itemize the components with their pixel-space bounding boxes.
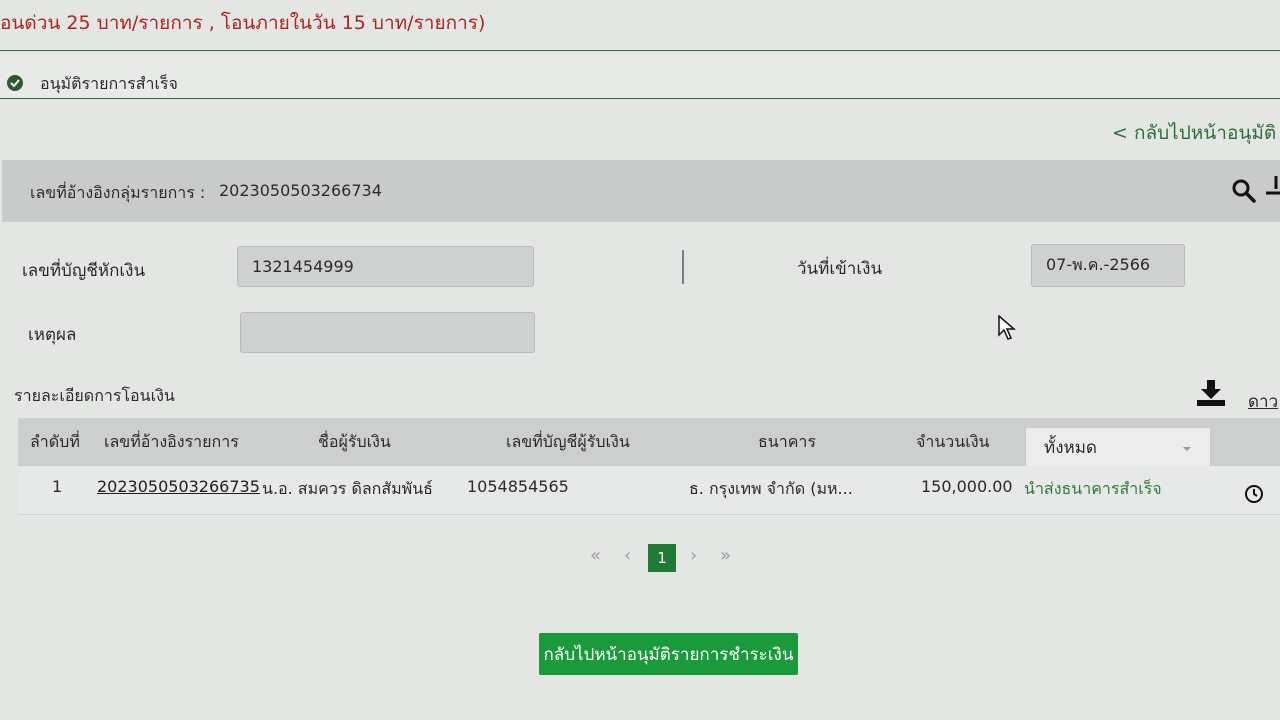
row-account: 1054854565 <box>467 477 569 496</box>
row-status: นำส่งธนาคารสำเร็จ <box>1024 479 1162 498</box>
column-header-payee: ชื่อผู้รับเงิน <box>318 432 391 451</box>
pagination-last[interactable]: » <box>720 545 731 566</box>
column-header-bank: ธนาคาร <box>758 432 816 451</box>
fee-notice: อนด่วน 25 บาท/รายการ , โอนภายในวัน 15 บา… <box>0 12 486 34</box>
debit-account-field: 1321454999 <box>237 246 534 287</box>
debit-account-label: เลขที่บัญชีหักเงิน <box>22 261 146 281</box>
credit-date-field: 07-พ.ค.-2566 <box>1031 244 1185 287</box>
divider <box>0 50 1280 51</box>
group-ref-label: เลขที่อ้างอิงกลุ่มรายการ : <box>30 183 206 202</box>
transfer-details-title: รายละเอียดการโอนเงิน <box>14 386 175 405</box>
download-icon[interactable] <box>1196 379 1226 411</box>
row-amount: 150,000.00 <box>921 477 1013 496</box>
column-header-amount: จำนวนเงิน <box>916 432 990 451</box>
credit-date-label: วันที่เข้าเงิน <box>797 259 883 279</box>
row-ref-link[interactable]: 2023050503266735 <box>97 477 260 496</box>
status-message: อนุมัติรายการสำเร็จ <box>40 74 178 93</box>
divider <box>682 250 684 284</box>
status-bar <box>0 54 1280 98</box>
row-seq: 1 <box>52 477 63 496</box>
search-icon[interactable] <box>1231 178 1257 208</box>
divider <box>0 98 1280 99</box>
mouse-cursor-icon <box>998 314 1017 345</box>
pagination-current-page[interactable]: 1 <box>648 544 676 572</box>
chevron-down-icon <box>1183 447 1191 451</box>
return-to-approval-button[interactable]: กลับไปหน้าอนุมัติรายการชำระเงิน <box>539 633 798 675</box>
reason-label: เหตุผล <box>28 325 77 345</box>
reason-field <box>240 312 535 353</box>
group-ref-value: 2023050503266734 <box>219 181 382 200</box>
clock-icon[interactable] <box>1244 484 1264 508</box>
pagination-next[interactable]: › <box>690 545 697 566</box>
download-link[interactable]: ดาว <box>1248 388 1278 415</box>
check-circle-icon <box>7 75 23 91</box>
row-payee: น.อ. สมควร ดิลกสัมพันธ์ <box>262 479 433 498</box>
more-icon[interactable] <box>1264 172 1280 200</box>
pagination-first[interactable]: « <box>590 545 601 566</box>
column-header-seq: ลำดับที่ <box>30 432 80 451</box>
column-header-ref: เลขที่อ้างอิงรายการ <box>104 432 239 451</box>
column-header-account: เลขที่บัญชีผู้รับเงิน <box>506 432 630 451</box>
pagination-prev[interactable]: ‹ <box>624 545 631 566</box>
row-bank: ธ. กรุงเทพ จำกัด (มห... <box>689 479 853 498</box>
back-link[interactable]: < กลับไปหน้าอนุมัติ <box>1112 118 1276 148</box>
